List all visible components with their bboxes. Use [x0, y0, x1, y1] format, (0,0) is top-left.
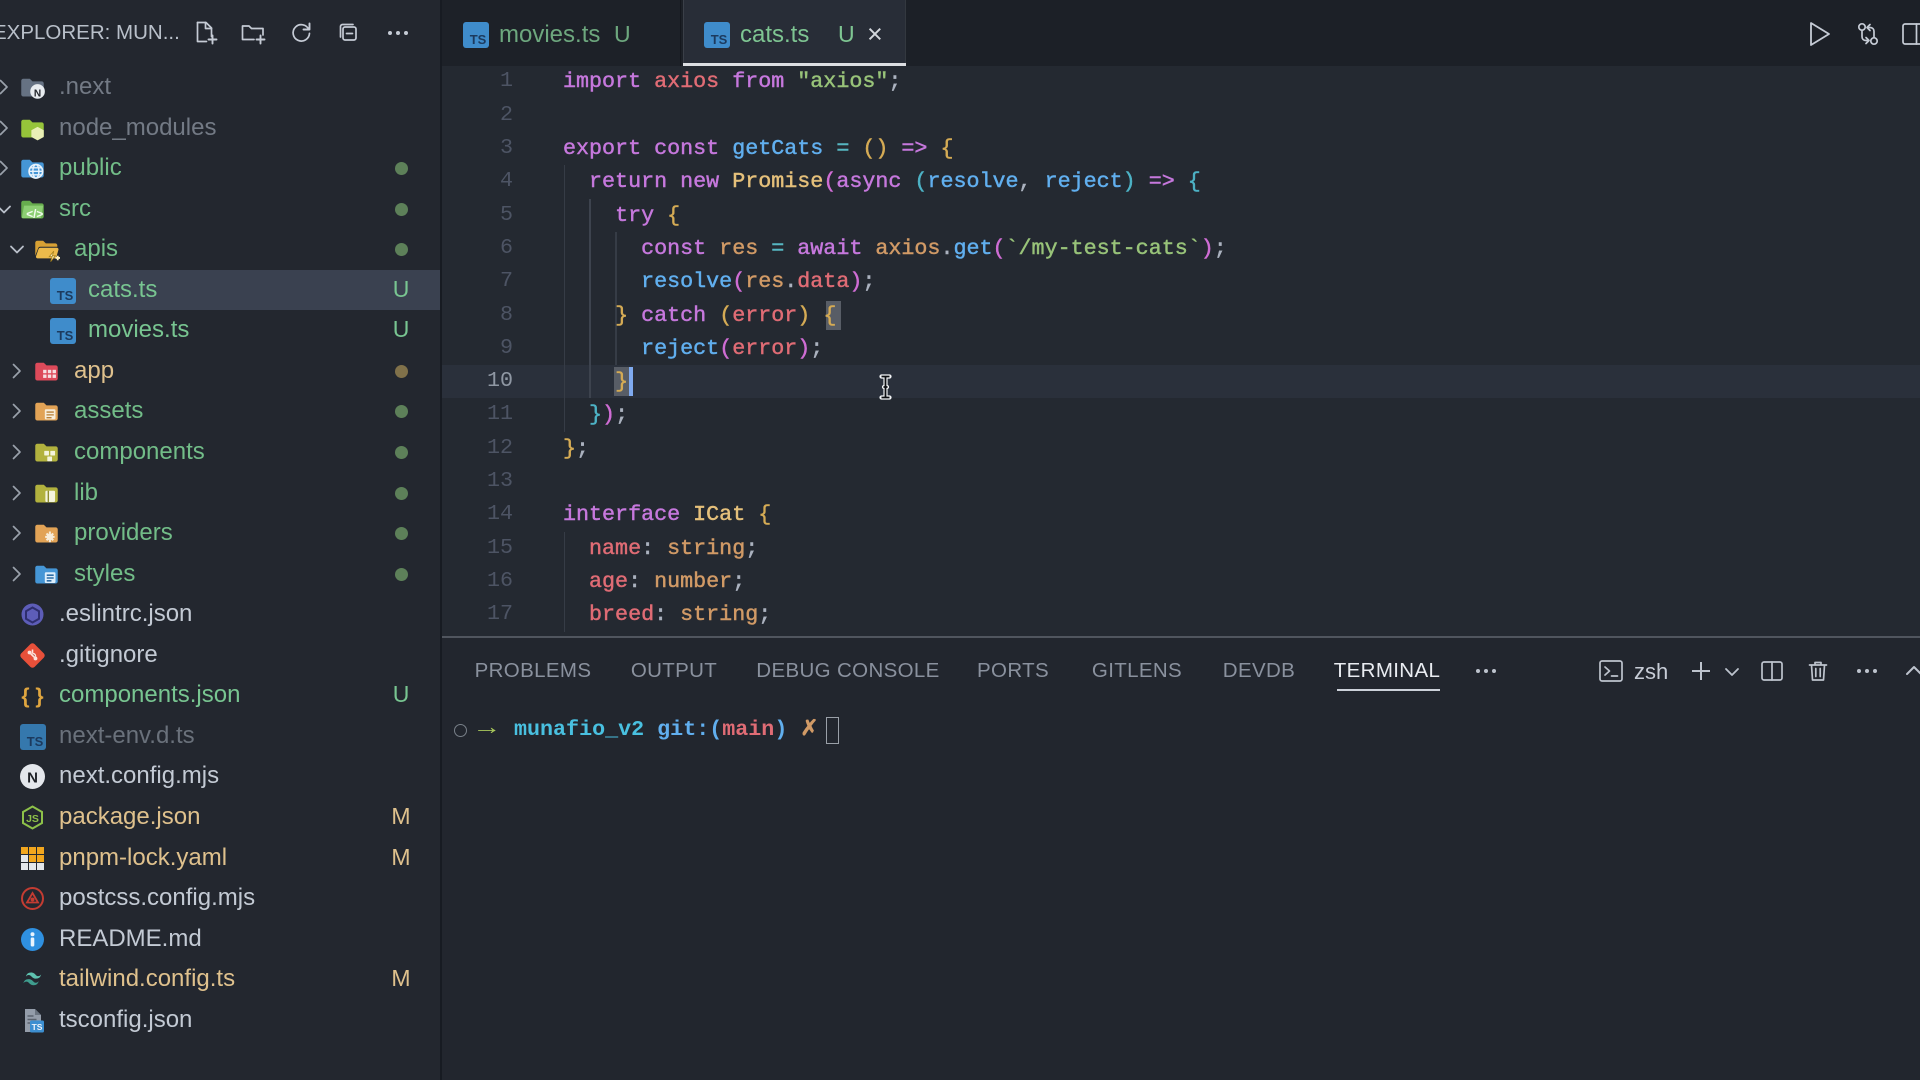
svg-text:</>: </>	[26, 207, 43, 221]
svg-text:TS: TS	[32, 1022, 43, 1032]
svg-text:TS: TS	[27, 734, 44, 749]
svg-text:TS: TS	[57, 328, 74, 343]
svg-text:N: N	[27, 770, 38, 787]
svg-text:{ }: { }	[21, 685, 43, 708]
svg-text:N: N	[34, 89, 41, 100]
svg-text:TS: TS	[711, 32, 728, 47]
svg-text:JS: JS	[26, 813, 39, 825]
svg-text:TS: TS	[57, 288, 74, 303]
svg-text:TS: TS	[470, 32, 487, 47]
